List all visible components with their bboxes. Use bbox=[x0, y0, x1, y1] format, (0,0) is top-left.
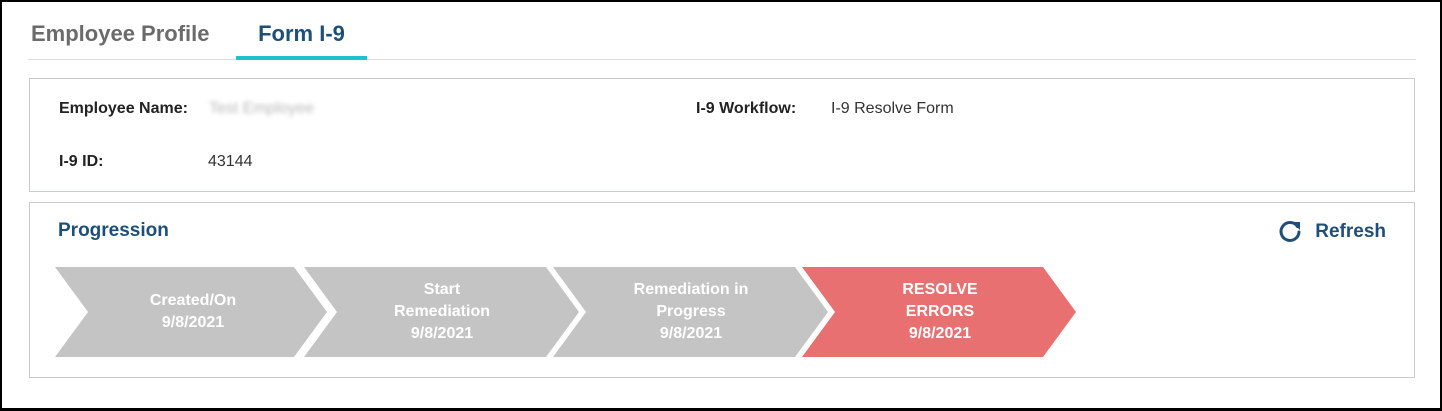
employee-info-card: Employee Name: Test Employee I-9 ID: 431… bbox=[29, 78, 1415, 192]
i9-id-label: I-9 ID: bbox=[59, 153, 104, 170]
step-date: 9/8/2021 bbox=[908, 325, 972, 342]
step-date: 9/8/2021 bbox=[659, 325, 723, 342]
tab-form-i9[interactable]: Form I-9 bbox=[236, 20, 367, 60]
step-resolve-errors: RESOLVE ERRORS 9/8/2021 bbox=[835, 267, 1045, 357]
active-tab-indicator bbox=[236, 56, 367, 60]
employee-name-value: Test Employee bbox=[209, 100, 314, 117]
step-remediation-in-progress: Remediation in Progress 9/8/2021 bbox=[586, 267, 796, 357]
step-created-on: Created/On 9/8/2021 bbox=[88, 267, 298, 357]
employee-name-label: Employee Name: bbox=[59, 100, 188, 117]
step-label-line: Progress bbox=[656, 303, 726, 320]
tab-bar: Employee Profile Form I-9 bbox=[28, 0, 1416, 60]
step-label-line: Start bbox=[423, 281, 461, 298]
step-date: 9/8/2021 bbox=[410, 325, 474, 342]
step-label-line: Created/On bbox=[149, 292, 237, 309]
step-label-line: Remediation in bbox=[633, 281, 749, 298]
step-date: 9/8/2021 bbox=[161, 314, 225, 331]
step-label-line: Remediation bbox=[393, 303, 490, 320]
progression-card: Progression Refresh Created/On 9/8/2021 … bbox=[29, 202, 1415, 378]
tab-employee-profile[interactable]: Employee Profile bbox=[31, 20, 210, 48]
step-start-remediation: Start Remediation 9/8/2021 bbox=[337, 267, 547, 357]
progression-steps: Created/On 9/8/2021 Start Remediation 9/… bbox=[30, 203, 1416, 379]
workflow-value: I-9 Resolve Form bbox=[831, 100, 954, 117]
step-label-line: RESOLVE bbox=[902, 281, 978, 298]
tab-form-i9-label: Form I-9 bbox=[258, 21, 345, 46]
workflow-label: I-9 Workflow: bbox=[696, 100, 797, 117]
i9-id-value: 43144 bbox=[208, 153, 253, 170]
step-label-line: ERRORS bbox=[905, 303, 975, 320]
